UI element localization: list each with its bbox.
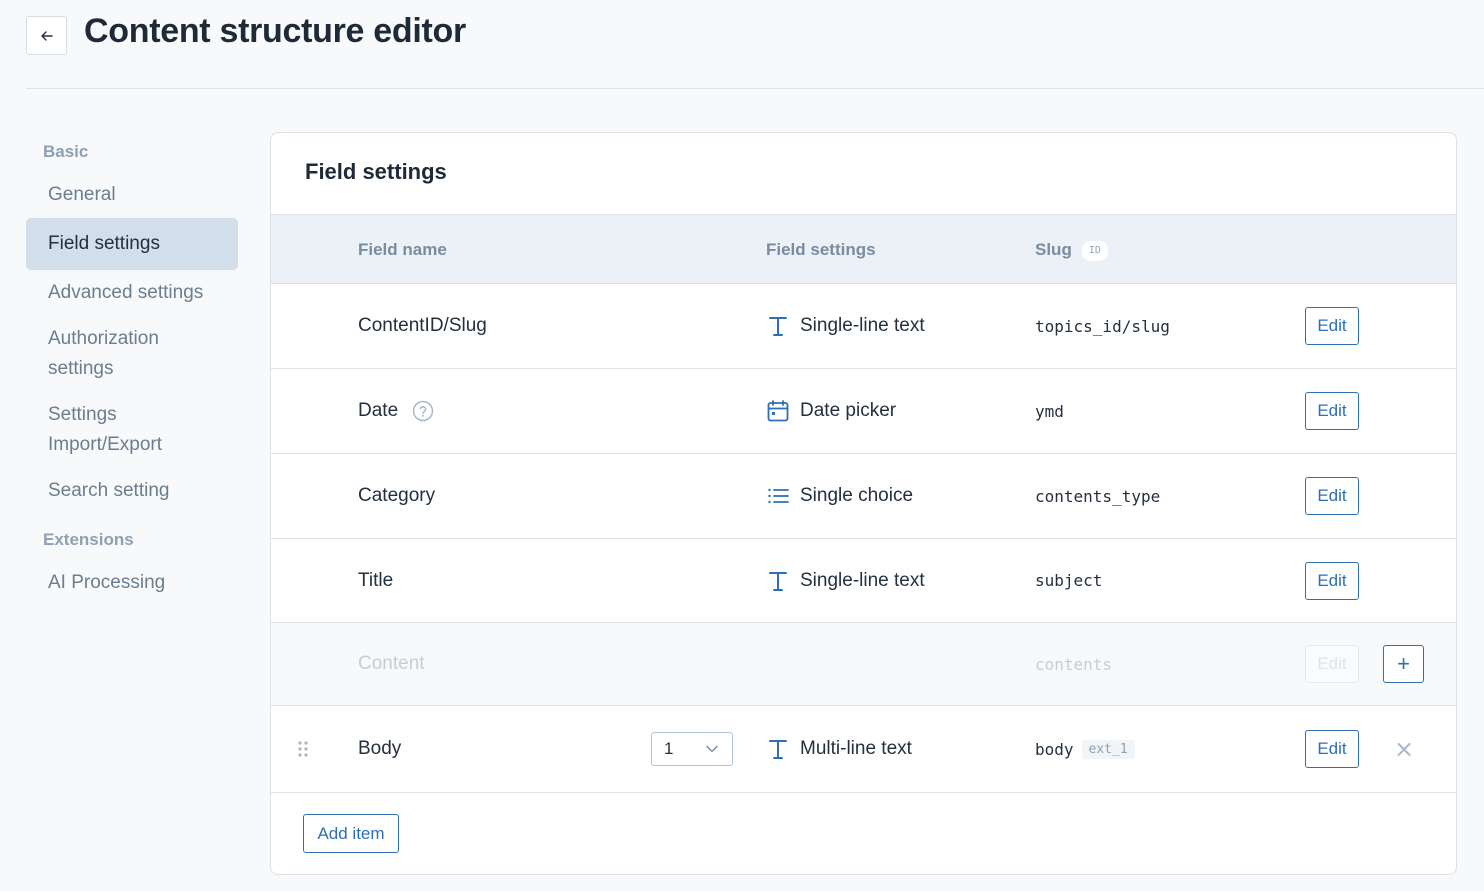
field-slug: ymd <box>1035 401 1064 421</box>
field-type-label: Single-line text <box>800 569 925 591</box>
field-slug: contents_type <box>1035 486 1161 506</box>
table-row: 1 Edit × Body Multi-line text body ext_1 <box>271 706 1456 793</box>
table-row: Date Date picker ymd Edit <box>271 369 1456 454</box>
sidebar-item-settings-import-export[interactable]: Settings Import/Export <box>26 392 238 468</box>
back-button[interactable] <box>26 16 67 55</box>
field-name: Content <box>358 653 425 674</box>
sidebar-item-authorization-settings[interactable]: Authorization settings <box>26 316 238 392</box>
list-icon <box>768 488 789 504</box>
sidebar: Basic General Field settings Advanced se… <box>26 132 238 606</box>
field-name: Body <box>358 738 402 759</box>
field-type-label: Date picker <box>800 400 897 421</box>
sidebar-item-ai-processing[interactable]: AI Processing <box>26 560 238 606</box>
add-subfield-button[interactable]: + <box>1383 645 1424 683</box>
ext-badge: ext_1 <box>1081 739 1135 759</box>
table-header: Field name Field settings Slug ID <box>271 214 1456 285</box>
field-type: Single-line text <box>766 284 925 368</box>
calendar-icon <box>767 400 789 422</box>
field-name-label: Date <box>358 400 399 421</box>
sidebar-item-general[interactable]: General <box>26 172 238 218</box>
sidebar-item-advanced-settings[interactable]: Advanced settings <box>26 270 238 316</box>
field-type-label: Multi-line text <box>800 738 912 759</box>
panel-title: Field settings <box>305 159 447 184</box>
field-type: Single-line text <box>766 539 925 622</box>
sidebar-group-extensions: Extensions <box>43 530 134 549</box>
field-type: Single choice <box>766 454 913 538</box>
table-row: Title Single-line text subject Edit <box>271 539 1456 623</box>
repeat-count-select[interactable]: 1 <box>651 732 733 766</box>
field-type: Date picker <box>766 369 896 453</box>
sidebar-item-search-setting[interactable]: Search setting <box>26 468 238 514</box>
table-row-group: Content contents Edit + <box>271 623 1456 706</box>
field-name: Date <box>358 369 434 453</box>
edit-button[interactable]: Edit <box>1305 477 1359 515</box>
text-icon <box>769 571 787 591</box>
text-icon <box>769 317 787 336</box>
field-name: ContentID/Slug <box>358 315 487 336</box>
edit-button[interactable]: Edit <box>1305 392 1359 430</box>
field-name: Category <box>358 485 436 506</box>
close-icon[interactable]: × <box>1394 737 1414 761</box>
field-slug: body ext_1 <box>1035 706 1135 792</box>
arrow-left-icon <box>40 30 53 41</box>
header-divider <box>26 88 1484 89</box>
column-header-field-settings: Field settings <box>766 240 876 259</box>
sidebar-item-field-settings[interactable]: Field settings <box>26 218 238 270</box>
edit-button[interactable]: Edit <box>1305 730 1359 768</box>
field-settings-panel: Field settings Field name Field settings… <box>270 132 1457 875</box>
field-slug: topics_id/slug <box>1035 316 1170 336</box>
slug-header-label: Slug <box>1035 240 1072 259</box>
add-item-button[interactable]: Add item <box>303 814 399 853</box>
field-slug: contents <box>1035 654 1113 674</box>
edit-button-disabled: Edit <box>1305 645 1359 683</box>
id-badge: ID <box>1081 240 1108 261</box>
question-circle-icon[interactable] <box>412 400 434 422</box>
row-actions: Edit + <box>271 623 1456 705</box>
field-type: Multi-line text <box>766 706 912 792</box>
table-row: ContentID/Slug Single-line text topics_i… <box>271 284 1456 369</box>
field-name: Title <box>358 569 394 591</box>
column-header-field-name: Field name <box>358 240 447 259</box>
slug-value: body <box>1035 739 1074 759</box>
sidebar-group-basic: Basic <box>43 142 89 161</box>
field-slug: subject <box>1035 571 1103 590</box>
page-title: Content structure editor <box>84 12 466 50</box>
edit-button[interactable]: Edit <box>1305 561 1359 600</box>
text-icon <box>769 740 787 759</box>
drag-handle-icon[interactable] <box>295 738 311 760</box>
edit-button[interactable]: Edit <box>1305 307 1359 345</box>
field-type-label: Single-line text <box>800 315 925 336</box>
page-header: Content structure editor <box>0 0 1484 89</box>
select-value: 1 <box>664 739 674 758</box>
table-row: Category Single choice contents_type Edi… <box>271 454 1456 539</box>
column-header-slug: Slug ID <box>1035 215 1108 285</box>
field-type-label: Single choice <box>800 485 914 506</box>
chevron-down-icon <box>706 745 718 753</box>
